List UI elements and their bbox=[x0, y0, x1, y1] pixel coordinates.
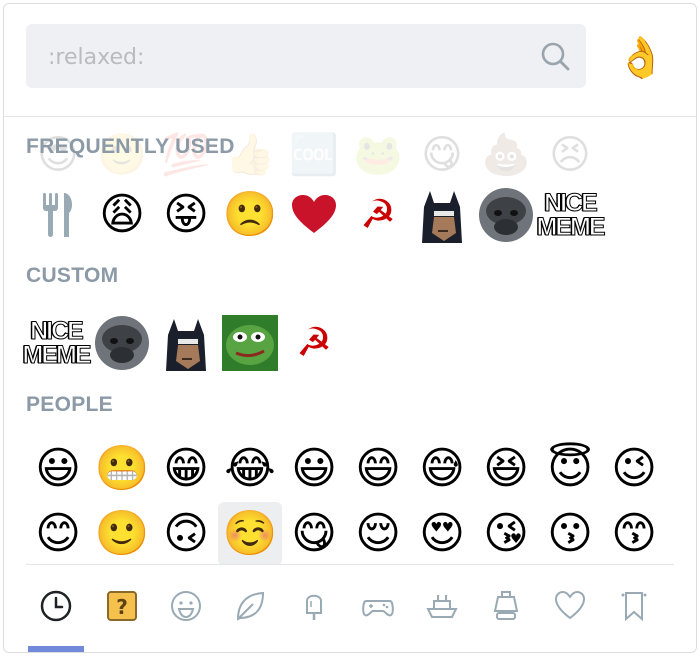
emoji-sections-people-row1-8[interactable]: 😇 bbox=[538, 437, 602, 501]
emoji-sections-people-row2-1[interactable]: 🙂 bbox=[90, 502, 154, 564]
category-tab-bar: ? bbox=[4, 564, 696, 652]
tab-symbols[interactable] bbox=[550, 586, 590, 626]
svg-text:?: ? bbox=[116, 595, 128, 619]
frequently-used-row: 😩 😝 🙁 ☭ NICE MEME bbox=[26, 183, 606, 247]
meme-text: MEME bbox=[536, 213, 606, 241]
emoji-custom-nice-meme[interactable]: NICE MEME bbox=[536, 183, 606, 247]
faded-emoji: 🐸 bbox=[353, 132, 403, 178]
ship-icon bbox=[426, 595, 458, 618]
popsicle-icon bbox=[306, 594, 322, 620]
emoji-custom-harambe-2[interactable] bbox=[90, 311, 154, 375]
emoji-sections-people-row2-4[interactable]: 😋 bbox=[282, 502, 346, 564]
emoji-custom-batman-2[interactable] bbox=[154, 311, 218, 375]
heart-icon bbox=[554, 590, 586, 620]
search-box[interactable] bbox=[26, 24, 586, 88]
emoji-sections-people-row2-0[interactable]: 😊 bbox=[26, 502, 90, 564]
people-face-icon bbox=[171, 591, 201, 621]
emoji-fork-knife[interactable] bbox=[26, 183, 90, 247]
search-icon[interactable] bbox=[540, 41, 570, 71]
emoji-sections-people-row1-3[interactable]: 😂 bbox=[218, 437, 282, 501]
emoji-sections-people-row2-8[interactable]: 😗 bbox=[538, 502, 602, 564]
emoji-custom-hammer-sickle-2[interactable]: ☭ bbox=[282, 311, 346, 375]
people-row-2: 😊 🙂 🙃 ☺️ 😋 😌 😍 😘 😗 😙 bbox=[26, 502, 666, 564]
search-row: 👌 bbox=[4, 4, 696, 117]
emoji-red-heart[interactable] bbox=[282, 183, 346, 247]
emoji-sections-people-row1-9[interactable]: 😉 bbox=[602, 437, 666, 501]
tab-recent[interactable] bbox=[36, 586, 76, 626]
tab-nature[interactable] bbox=[230, 586, 270, 626]
emoji-sections-people-row1-2[interactable]: 😁 bbox=[154, 437, 218, 501]
emoji-sections-people-row2-2[interactable]: 🙃 bbox=[154, 502, 218, 564]
bookmark-icon bbox=[621, 592, 647, 622]
emoji-custom-hammer-sickle[interactable]: ☭ bbox=[346, 183, 410, 247]
tab-divider bbox=[26, 564, 674, 565]
emoji-custom-pepe[interactable] bbox=[218, 311, 282, 375]
emoji-custom-nice-meme-2[interactable]: NICE MEME bbox=[22, 311, 92, 375]
emoji-sections-people-row2-6[interactable]: 😍 bbox=[410, 502, 474, 564]
faded-emoji: 😣 bbox=[549, 132, 591, 178]
emoji-sections-people-row1-0[interactable]: 😃 bbox=[26, 437, 90, 501]
faded-emoji: 😋 bbox=[421, 132, 463, 178]
emoji-custom-harambe[interactable] bbox=[474, 183, 538, 247]
emoji-weary-face[interactable]: 😩 bbox=[90, 183, 154, 247]
emoji-sections-people-row1-5[interactable]: 😄 bbox=[346, 437, 410, 501]
tab-objects[interactable] bbox=[486, 586, 526, 626]
lamp-icon bbox=[493, 591, 519, 620]
ok-hand-preview-emoji[interactable]: 👌 bbox=[616, 34, 666, 82]
leaf-icon bbox=[236, 591, 265, 621]
emoji-scroller[interactable]: 😍 🙂 💯 👍 🆒 🐸 😋 💩 😣 FREQUENTLY USED 😩 😝 🙁 ☭ NICE ME… bbox=[4, 117, 696, 564]
emoji-frowning-face[interactable]: 🙁 bbox=[218, 183, 282, 247]
tab-food[interactable] bbox=[294, 586, 334, 626]
search-input[interactable] bbox=[46, 36, 520, 78]
gamepad-icon bbox=[362, 600, 394, 617]
emoji-sections-people-row2-9[interactable]: 😙 bbox=[602, 502, 666, 564]
emoji-sections-people-row2-3[interactable]: ☺️ bbox=[218, 502, 282, 564]
faded-emoji: 💩 bbox=[481, 132, 531, 178]
custom-row: NICE MEME ☭ bbox=[22, 311, 346, 375]
emoji-sections-people-row1-4[interactable]: 😃 bbox=[282, 437, 346, 501]
faded-emoji: 🆒 bbox=[289, 132, 339, 178]
emoji-sections-people-row2-5[interactable]: 😌 bbox=[346, 502, 410, 564]
active-tab-indicator bbox=[28, 646, 84, 652]
people-row-1: 😃 😬 😁 😂 😃 😄 😅 😆 😇 😉 bbox=[26, 437, 666, 501]
emoji-custom-batman[interactable] bbox=[410, 183, 474, 247]
people-header: PEOPLE bbox=[26, 393, 113, 416]
frequently-used-header: FREQUENTLY USED bbox=[26, 135, 235, 158]
tab-flags[interactable] bbox=[614, 586, 654, 626]
emoji-sections-people-row1-7[interactable]: 😆 bbox=[474, 437, 538, 501]
question-block-icon: ? bbox=[107, 591, 137, 621]
clock-icon bbox=[40, 590, 72, 622]
emoji-picker: 👌 😍🙂💯👍🆒🐸😋💩😣 FREQUENTLY USED 😩 😝 🙁 ☭ bbox=[3, 3, 697, 653]
nice-text: NICE bbox=[30, 317, 85, 345]
tab-activity[interactable] bbox=[358, 586, 398, 626]
emoji-squinting-tongue[interactable]: 😝 bbox=[154, 183, 218, 247]
emoji-sections-people-row1-6[interactable]: 😅 bbox=[410, 437, 474, 501]
meme-text: MEME bbox=[22, 341, 92, 369]
emoji-sections-people-row2-7[interactable]: 😘 bbox=[474, 502, 538, 564]
tab-custom[interactable]: ? bbox=[102, 586, 142, 626]
nice-text: NICE bbox=[544, 189, 599, 217]
custom-header: CUSTOM bbox=[26, 264, 119, 287]
tab-travel[interactable] bbox=[422, 586, 462, 626]
tab-people[interactable] bbox=[166, 586, 206, 626]
emoji-sections-people-row1-1[interactable]: 😬 bbox=[90, 437, 154, 501]
